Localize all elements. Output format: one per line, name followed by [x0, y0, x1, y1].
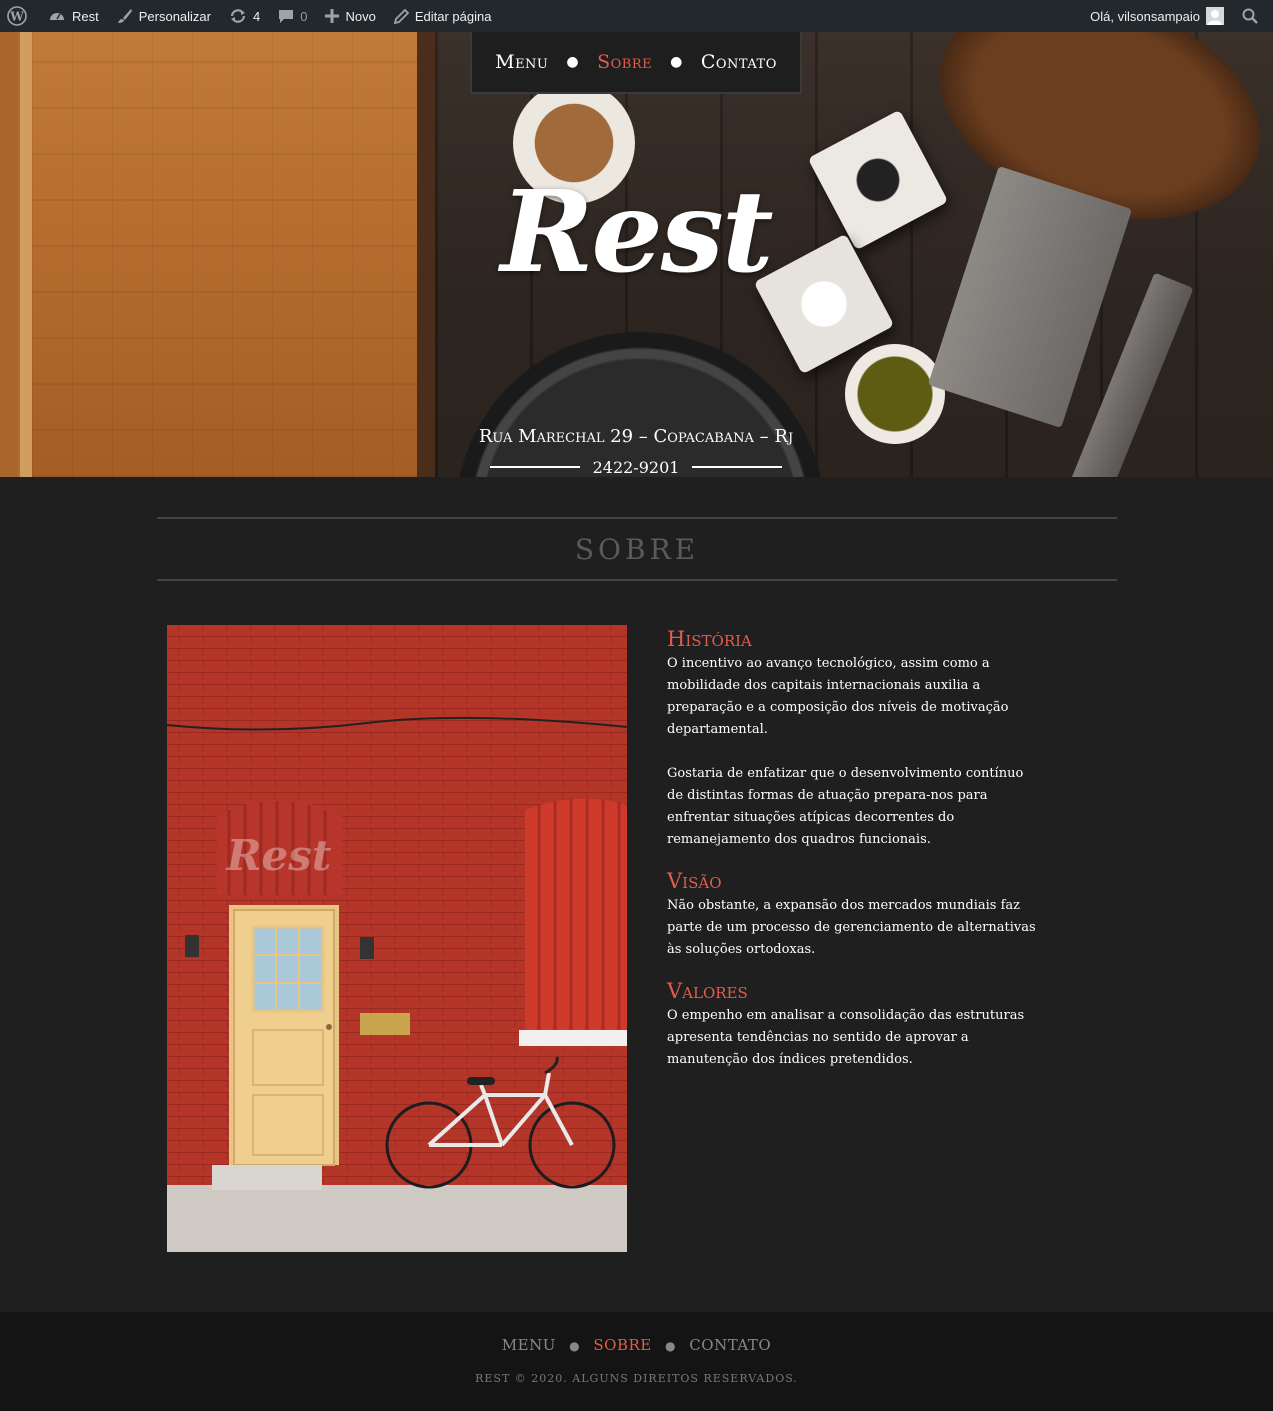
nav-item-menu[interactable]: Menu [491, 51, 552, 73]
dashboard-icon [50, 13, 64, 20]
edit-page-link[interactable]: Editar página [385, 0, 501, 32]
site-footer: MENU ● SOBRE ● CONTATO REST © 2020. ALGU… [0, 1312, 1273, 1411]
copyright-text: REST © 2020. ALGUNS DIREITOS RESERVADOS. [475, 1372, 798, 1385]
customize-link[interactable]: Personalizar [108, 0, 220, 32]
nav-item-sobre[interactable]: Sobre [593, 51, 656, 73]
about-text-column: História O incentivo ao avanço tecnológi… [667, 627, 1037, 1089]
visao-section: Visão Não obstante, a expansão dos merca… [667, 869, 1037, 961]
footer-navigation: MENU ● SOBRE ● CONTATO [0, 1336, 1273, 1354]
footer-nav-item-menu[interactable]: MENU [502, 1336, 556, 1354]
updates-icon [230, 9, 246, 23]
visao-heading: Visão [667, 869, 722, 893]
comments-count: 0 [300, 8, 308, 24]
footer-nav-separator: ● [569, 1339, 581, 1353]
divider-line [692, 466, 782, 468]
site-logo[interactable]: Rest [440, 167, 832, 298]
new-label: Novo [345, 8, 376, 24]
section-title: SOBRE [157, 517, 1117, 581]
historia-section: História O incentivo ao avanço tecnológi… [667, 627, 1037, 851]
valores-heading: Valores [667, 979, 748, 1003]
historia-paragraph-1: O incentivo ao avanço tecnológico, assim… [667, 656, 1009, 737]
plus-icon [325, 9, 340, 23]
brush-icon [117, 9, 132, 23]
phone-row: 2422-9201 [490, 455, 782, 477]
footer-nav-item-contato[interactable]: CONTATO [689, 1336, 771, 1354]
oil-bowl-image [845, 344, 945, 444]
historia-heading: História [667, 627, 752, 651]
search-icon [1242, 8, 1258, 24]
valores-section: Valores O empenho em analisar a consolid… [667, 979, 1037, 1071]
svg-text:W: W [9, 10, 24, 24]
avatar-icon [1206, 7, 1224, 25]
admin-bar: W Rest Personalizar 4 0 Novo Editar pági… [0, 0, 1273, 32]
comment-icon [279, 10, 294, 23]
address-text: Rua Marechal 29 – Copacabana – Rj [478, 426, 794, 447]
my-account-link[interactable]: Olá, vilsonsampaio [1081, 0, 1233, 32]
main-navigation: Menu ● Sobre ● Contato [470, 32, 802, 94]
visao-paragraph: Não obstante, a expansão dos mercados mu… [667, 898, 1036, 957]
wordpress-icon: W [7, 6, 27, 26]
pencil-icon [393, 8, 409, 24]
search-button[interactable] [1233, 0, 1273, 32]
customize-label: Personalizar [138, 8, 211, 24]
new-content-link[interactable]: Novo [316, 0, 384, 32]
site-name-label: Rest [72, 8, 99, 24]
nav-separator: ● [566, 54, 580, 70]
nav-item-contato[interactable]: Contato [697, 51, 781, 73]
valores-paragraph: O empenho em analisar a consolidação das… [667, 1008, 1025, 1067]
site-name-link[interactable]: Rest [39, 0, 108, 32]
updates-count: 4 [253, 8, 261, 24]
footer-nav-separator: ● [665, 1339, 677, 1353]
edit-page-label: Editar página [414, 8, 492, 24]
hero-banner: Rest Rua Marechal 29 – Copacabana – Rj 2… [0, 32, 1273, 477]
storefront-photo: Rest [167, 625, 627, 1252]
footer-nav-item-sobre[interactable]: SOBRE [593, 1336, 651, 1354]
phone-number: 2422-9201 [592, 457, 680, 477]
main-content: SOBRE Rest História O incentivo ao avanç… [0, 477, 1273, 1312]
updates-link[interactable]: 4 [220, 0, 269, 32]
comments-link[interactable]: 0 [269, 0, 316, 32]
historia-paragraph-2: Gostaria de enfatizar que o desenvolvime… [667, 766, 1024, 847]
photo-watermark: Rest [226, 831, 332, 880]
greeting-label: Olá, vilsonsampaio [1090, 8, 1200, 24]
wordpress-menu[interactable]: W [0, 0, 39, 32]
divider-line [490, 466, 580, 468]
nav-separator: ● [670, 54, 683, 70]
